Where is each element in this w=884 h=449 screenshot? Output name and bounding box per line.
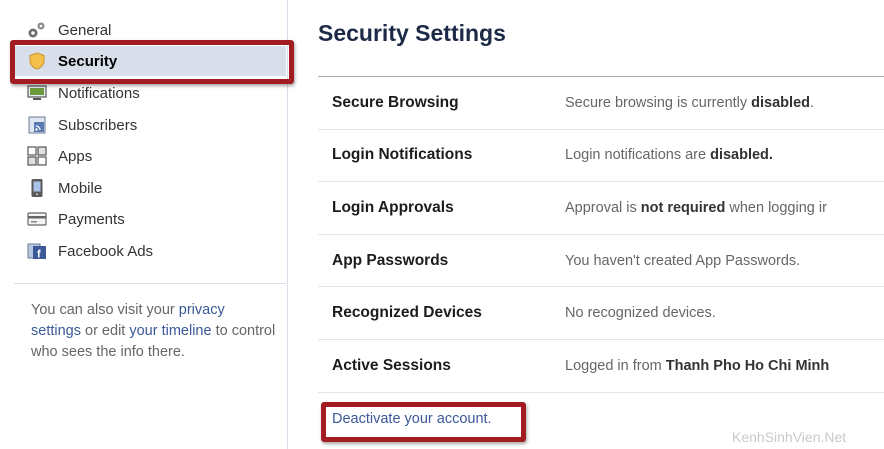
setting-value: Login notifications are disabled. [565,147,773,164]
sidebar-item-label: Notifications [58,84,140,102]
settings-sidebar: General Security Notifications Subscribe… [0,0,288,449]
sidebar-item-general[interactable]: General [14,15,286,45]
setting-label: Secure Browsing [332,93,459,111]
security-settings-list: Secure Browsing Secure browsing is curre… [318,77,884,393]
sidebar-item-subscribers[interactable]: Subscribers [14,110,286,140]
phone-icon [26,178,48,198]
setting-row-login-approvals[interactable]: Login Approvals Approval is not required… [318,182,884,235]
puzzle-icon [26,146,48,166]
sidebar-item-label: Subscribers [58,116,138,134]
sidebar-divider [14,283,286,284]
setting-label: Recognized Devices [332,304,482,322]
setting-row-app-passwords[interactable]: App Passwords You haven't created App Pa… [318,235,884,288]
setting-value: You haven't created App Passwords. [565,252,801,269]
sidebar-item-label: Mobile [58,179,103,197]
sidebar-item-label: Payments [58,210,125,228]
note-text: or edit [80,323,130,339]
sidebar-item-notifications[interactable]: Notifications [14,78,286,108]
your-timeline-link[interactable]: your timeline [129,323,211,339]
shield-icon [26,51,48,71]
setting-value: Secure browsing is currently disabled. [565,94,815,111]
setting-value: Approval is not required when logging ir [565,199,827,216]
page-title: Security Settings [318,20,506,46]
setting-label: Active Sessions [332,356,451,374]
sidebar-item-label: Security [58,52,118,70]
sidebar-item-label: General [58,21,112,39]
card-icon [26,209,48,229]
facebook-ads-icon: f [26,241,48,261]
watermark: KenhSinhVien.Net [732,429,847,445]
setting-row-secure-browsing[interactable]: Secure Browsing Secure browsing is curre… [318,77,884,130]
sidebar-item-mobile[interactable]: Mobile [14,173,286,203]
note-text: You can also visit your [31,302,179,318]
monitor-icon [26,83,48,103]
setting-row-active-sessions[interactable]: Active Sessions Logged in from Thanh Pho… [318,340,884,393]
sidebar-note: You can also visit your privacy settings… [31,300,276,363]
gears-icon [26,20,48,40]
setting-label: App Passwords [332,251,449,269]
sidebar-item-payments[interactable]: Payments [14,204,286,234]
svg-text:f: f [37,249,41,261]
setting-value: Logged in from Thanh Pho Ho Chi Minh [565,357,830,374]
sidebar-item-facebook-ads[interactable]: f Facebook Ads [14,236,286,266]
setting-row-login-notifications[interactable]: Login Notifications Login notifications … [318,130,884,183]
setting-label: Login Approvals [332,198,454,216]
sidebar-item-label: Facebook Ads [58,242,154,260]
deactivate-account-link[interactable]: Deactivate your account. [332,411,492,427]
setting-value: No recognized devices. [565,305,716,322]
sidebar-item-apps[interactable]: Apps [14,141,286,171]
setting-label: Login Notifications [332,146,473,164]
sidebar-item-security[interactable]: Security [14,46,286,76]
sidebar-item-label: Apps [58,147,93,165]
setting-row-recognized-devices[interactable]: Recognized Devices No recognized devices… [318,287,884,340]
rss-icon [26,115,48,135]
